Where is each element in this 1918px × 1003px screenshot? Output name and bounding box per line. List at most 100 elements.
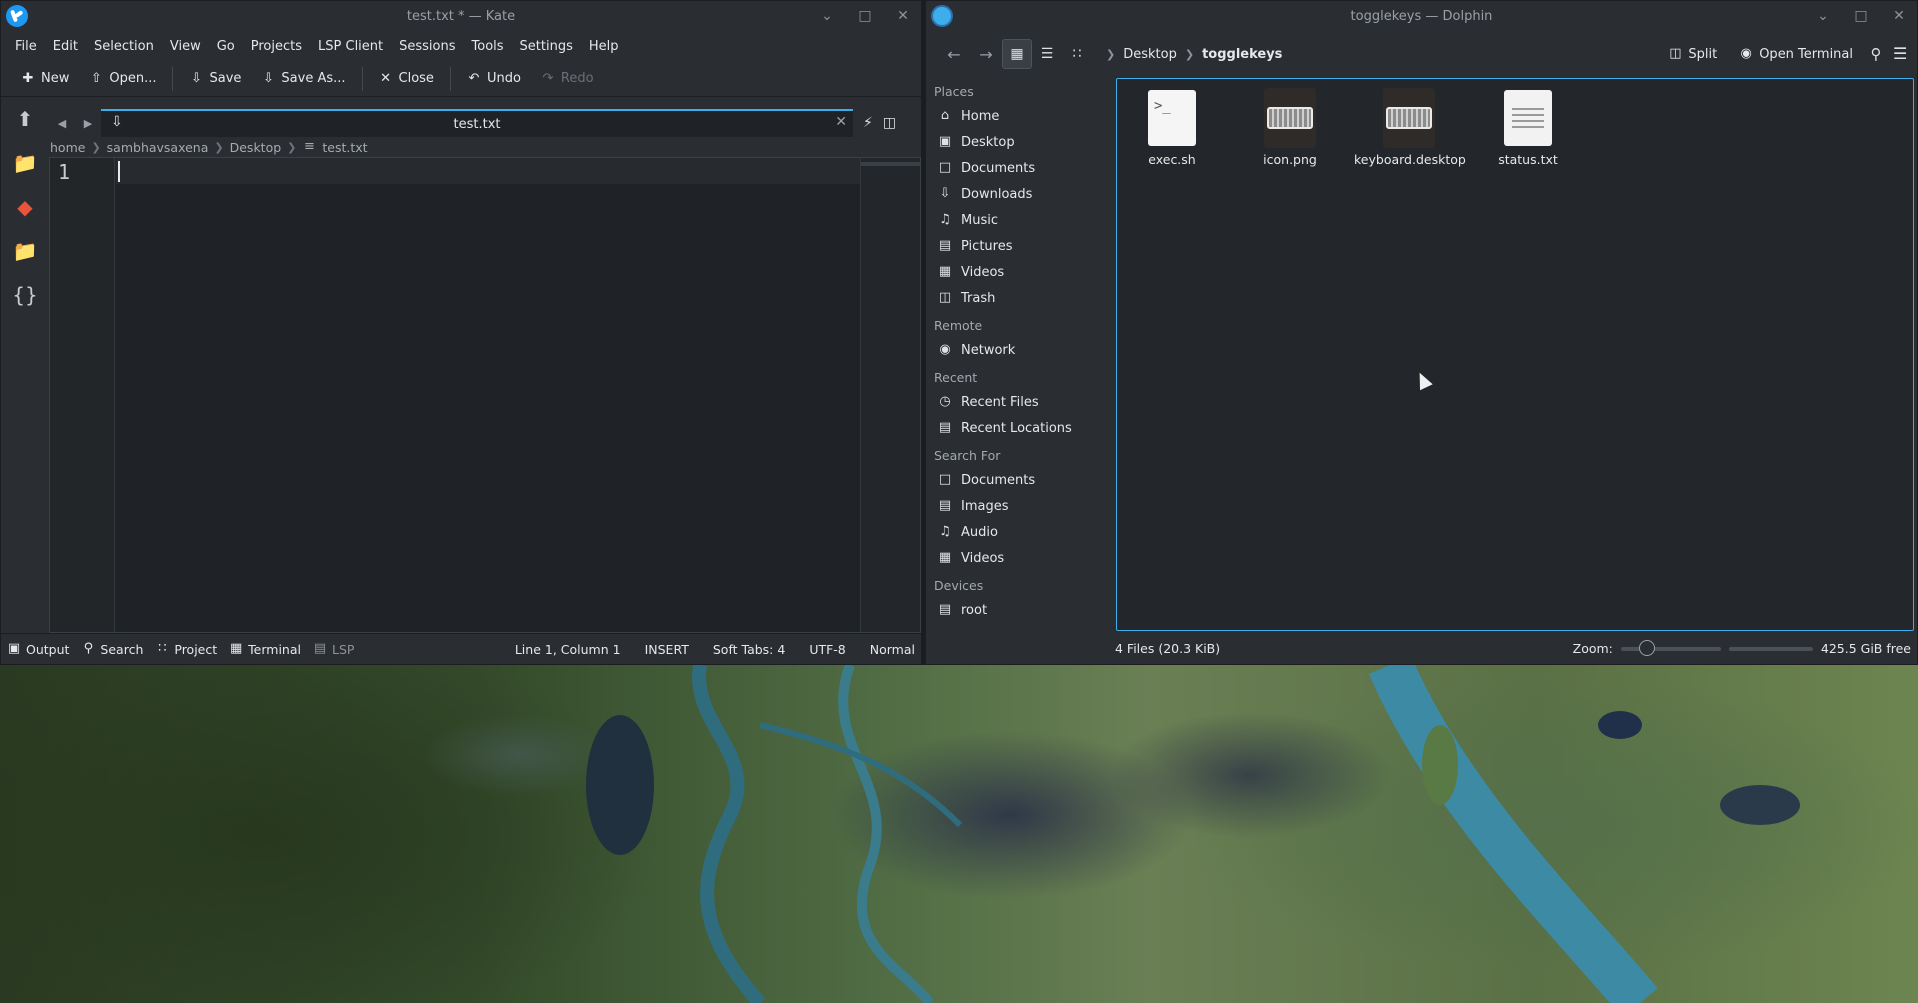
search-button[interactable]: ⚲ Search xyxy=(75,642,149,657)
place-downloads[interactable]: ⇩ Downloads xyxy=(926,181,1112,207)
toolbar-divider xyxy=(361,66,363,91)
git-icon[interactable]: ◆ xyxy=(1,185,49,229)
place-music[interactable]: ♫ Music xyxy=(926,207,1112,233)
close-window-button[interactable]: ✕ xyxy=(1889,8,1909,24)
document-tabbar: ◀ ▶ ⇩ test.txt ✕ ⚡ ◫ xyxy=(49,109,921,137)
place-network[interactable]: ◉ Network xyxy=(926,337,1112,363)
search-icon[interactable]: ⚲ xyxy=(1869,47,1883,62)
input-mode[interactable]: Normal xyxy=(864,642,921,657)
encoding-setting[interactable]: UTF-8 xyxy=(803,642,863,657)
forward-arrow-icon[interactable]: ▶ xyxy=(75,117,101,130)
chevron-right-icon: ❯ xyxy=(214,140,224,154)
new-document-icon: ✚ xyxy=(22,70,34,86)
kate-logo-icon xyxy=(6,5,28,27)
menu-settings[interactable]: Settings xyxy=(512,39,581,54)
breadcrumb-user[interactable]: sambhavsaxena xyxy=(107,140,209,155)
icons-view-button[interactable]: ▦ xyxy=(1002,39,1032,69)
folder-icon[interactable]: 📁 xyxy=(1,229,49,273)
place-home[interactable]: ⌂ Home xyxy=(926,103,1112,129)
menu-selection[interactable]: Selection xyxy=(86,39,162,54)
device-root[interactable]: ▤ root xyxy=(926,597,1112,623)
desktop-icon: ▣ xyxy=(938,134,952,149)
search-videos[interactable]: ▦ Videos xyxy=(926,545,1112,571)
file-keyboard-desktop[interactable]: keyboard.desktop xyxy=(1354,88,1466,167)
breadcrumb-desktop[interactable]: Desktop xyxy=(230,140,282,155)
text-editor[interactable]: 1 xyxy=(49,157,921,633)
close-button[interactable]: ✕ Close xyxy=(371,67,442,90)
forward-arrow-icon[interactable]: → xyxy=(970,45,1002,64)
zoom-slider[interactable] xyxy=(1620,639,1721,656)
window-title: test.txt * — Kate xyxy=(406,8,516,24)
save-as-button[interactable]: ⇩ Save As... xyxy=(253,67,353,90)
compact-view-button[interactable]: ∷ xyxy=(1062,39,1092,69)
search-images[interactable]: ▤ Images xyxy=(926,493,1112,519)
details-view-button[interactable]: ☰ xyxy=(1032,39,1062,69)
place-recent-files[interactable]: ◷ Recent Files xyxy=(926,389,1112,415)
places-header: Places xyxy=(934,84,974,99)
menu-lsp-client[interactable]: LSP Client xyxy=(310,39,391,54)
breadcrumb-desktop[interactable]: Desktop xyxy=(1123,47,1177,62)
breadcrumb-home[interactable]: home xyxy=(50,140,85,155)
save-as-icon: ⇩ xyxy=(262,70,274,86)
menu-projects[interactable]: Projects xyxy=(243,39,310,54)
open-terminal-button[interactable]: ◉ Open Terminal xyxy=(1733,43,1859,66)
split-button[interactable]: ◫ Split xyxy=(1662,43,1723,66)
redo-button[interactable]: ↷ Redo xyxy=(533,67,602,90)
search-documents[interactable]: □ Documents xyxy=(926,467,1112,493)
minimize-button[interactable]: ⌄ xyxy=(817,8,837,24)
close-window-button[interactable]: ✕ xyxy=(893,8,913,24)
lsp-icon: ▤ xyxy=(313,641,327,656)
place-videos[interactable]: ▦ Videos xyxy=(926,259,1112,285)
menu-view[interactable]: View xyxy=(162,39,209,54)
place-recent-locations[interactable]: ▤ Recent Locations xyxy=(926,415,1112,441)
file-view[interactable]: >_ exec.sh icon.png keyboard.desktop sta… xyxy=(1116,78,1914,631)
split-view-icon[interactable]: ◫ xyxy=(883,115,896,131)
quick-open-icon[interactable]: ⚡ xyxy=(863,115,873,131)
maximize-button[interactable]: □ xyxy=(855,8,875,24)
network-icon: ◉ xyxy=(939,342,951,357)
open-button[interactable]: ⇧ Open... xyxy=(81,67,164,90)
place-desktop[interactable]: ▣ Desktop xyxy=(926,129,1112,155)
cursor-position[interactable]: Line 1, Column 1 xyxy=(509,642,639,657)
window-title: togglekeys — Dolphin xyxy=(1350,8,1493,24)
new-button[interactable]: ✚ New xyxy=(13,67,77,90)
minimap-scrollbar[interactable] xyxy=(860,158,920,632)
back-arrow-icon[interactable]: ◀ xyxy=(49,117,75,130)
undo-button[interactable]: ↶ Undo xyxy=(459,67,529,90)
upload-icon[interactable]: ⬆ xyxy=(1,97,49,141)
file-icon-png[interactable]: icon.png xyxy=(1235,88,1345,167)
file-status-txt[interactable]: status.txt xyxy=(1473,89,1583,167)
output-button[interactable]: ▣ Output xyxy=(1,642,75,657)
minimize-button[interactable]: ⌄ xyxy=(1813,8,1833,24)
tab-test-txt[interactable]: ⇩ test.txt ✕ xyxy=(101,109,853,137)
maximize-button[interactable]: □ xyxy=(1851,8,1871,24)
download-icon: ⇩ xyxy=(111,114,123,130)
close-tab-icon[interactable]: ✕ xyxy=(835,114,847,130)
compact-grid-icon: ∷ xyxy=(1072,46,1082,62)
project-button[interactable]: ∷ Project xyxy=(149,642,223,657)
search-audio[interactable]: ♫ Audio xyxy=(926,519,1112,545)
menu-help[interactable]: Help xyxy=(581,39,627,54)
breadcrumb-current[interactable]: togglekeys xyxy=(1202,47,1282,62)
save-button[interactable]: ⇩ Save xyxy=(181,67,249,90)
back-arrow-icon[interactable]: ← xyxy=(938,45,970,64)
menu-sessions[interactable]: Sessions xyxy=(391,39,463,54)
menu-edit[interactable]: Edit xyxy=(45,39,86,54)
lsp-button[interactable]: ▤ LSP xyxy=(307,642,360,657)
menu-file[interactable]: File xyxy=(7,39,45,54)
terminal-button[interactable]: ▦ Terminal xyxy=(223,642,307,657)
menu-tools[interactable]: Tools xyxy=(464,39,512,54)
place-documents[interactable]: □ Documents xyxy=(926,155,1112,181)
file-exec-sh[interactable]: >_ exec.sh xyxy=(1117,89,1227,167)
breadcrumb-file[interactable]: test.txt xyxy=(322,140,367,155)
folder-icon[interactable]: 📁 xyxy=(1,141,49,185)
kate-window: test.txt * — Kate ⌄ □ ✕ File Edit Select… xyxy=(0,0,922,665)
indent-setting[interactable]: Soft Tabs: 4 xyxy=(707,642,803,657)
edit-mode[interactable]: INSERT xyxy=(639,642,707,657)
hamburger-menu-icon[interactable]: ☰ xyxy=(1893,46,1907,62)
place-trash[interactable]: ◫ Trash xyxy=(926,285,1112,311)
menu-go[interactable]: Go xyxy=(209,39,243,54)
place-pictures[interactable]: ▤ Pictures xyxy=(926,233,1112,259)
code-braces-icon[interactable]: {} xyxy=(1,273,49,317)
zoom-slider-handle[interactable] xyxy=(1638,639,1655,656)
